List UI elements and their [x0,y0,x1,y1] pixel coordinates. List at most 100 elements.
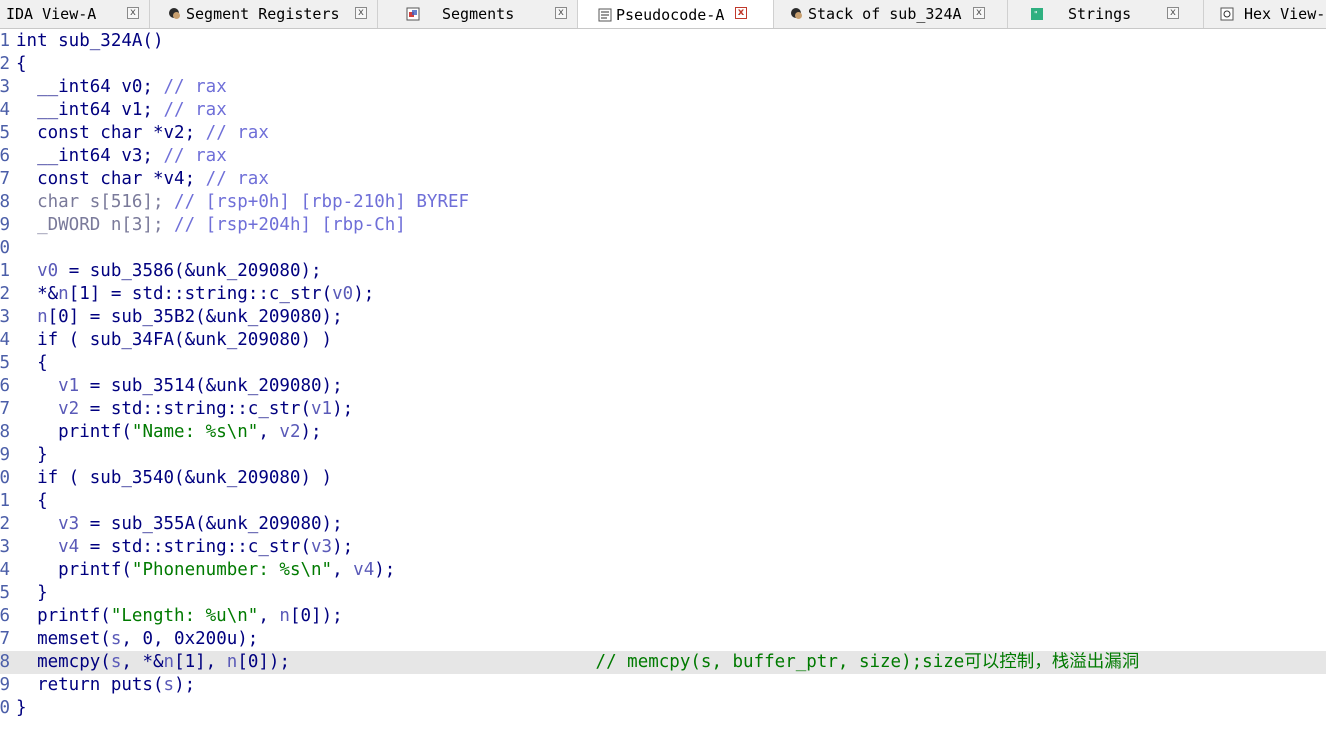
code-line[interactable]: 8 char s[516]; // [rsp+0h] [rbp-210h] BY… [0,191,1326,214]
code-line[interactable]: 0} [0,697,1326,720]
tab-segment-registers[interactable]: Segment Registers x [150,0,378,28]
code-token: , 0, 0x200u); [121,629,259,649]
code-text[interactable]: memcpy(s, *&n[1], n[0]); // memcpy(s, bu… [16,651,1139,674]
code-line[interactable]: 7 v2 = std::string::c_str(v1); [0,398,1326,421]
segments-icon [406,7,420,21]
code-token: __int64 v1; [16,100,164,120]
code-line[interactable]: 0 if ( sub_3540(&unk_209080) ) [0,467,1326,490]
code-text[interactable]: printf("Length: %u\n", n[0]); [16,605,343,628]
code-line[interactable]: 3 n[0] = sub_35B2(&unk_209080); [0,306,1326,329]
code-token: // rax [163,77,227,97]
code-text[interactable]: __int64 v0; // rax [16,76,227,99]
code-text[interactable]: char s[516]; // [rsp+0h] [rbp-210h] BYRE… [16,191,469,214]
tab-label: Hex View- [1244,5,1326,23]
code-line[interactable]: 2 v3 = sub_355A(&unk_209080); [0,513,1326,536]
close-icon[interactable]: x [973,7,985,19]
line-number: 9 [0,215,10,235]
code-line[interactable]: 9 } [0,444,1326,467]
code-token: v2 [16,399,80,419]
code-line[interactable]: 7 memset(s, 0, 0x200u); [0,628,1326,651]
code-text[interactable]: n[0] = sub_35B2(&unk_209080); [16,306,343,329]
code-line[interactable]: 4 __int64 v1; // rax [0,99,1326,122]
line-number: 4 [0,330,10,350]
code-text[interactable]: v1 = sub_3514(&unk_209080); [16,375,342,398]
code-line[interactable]: 6 v1 = sub_3514(&unk_209080); [0,375,1326,398]
code-token: printf( [16,606,111,626]
code-text[interactable]: const char *v2; // rax [16,122,269,145]
tab-stack-of-sub-324a[interactable]: Stack of sub_324A x [774,0,1008,28]
code-token: // rax [205,169,269,189]
code-line[interactable]: 7 const char *v4; // rax [0,168,1326,191]
code-line[interactable]: 2{ [0,53,1326,76]
code-line[interactable]: 9 return puts(s); [0,674,1326,697]
code-line[interactable]: 1 int sub_324A() [0,30,1326,53]
code-line[interactable]: 5 } [0,582,1326,605]
code-text[interactable]: v3 = sub_355A(&unk_209080); [16,513,342,536]
code-text[interactable]: __int64 v1; // rax [16,99,227,122]
code-line[interactable]: 9 _DWORD n[3]; // [rsp+204h] [rbp-Ch] [0,214,1326,237]
code-line[interactable]: 3 __int64 v0; // rax [0,76,1326,99]
code-text[interactable]: __int64 v3; // rax [16,145,227,168]
code-text[interactable]: *&n[1] = std::string::c_str(v0); [16,283,374,306]
code-text[interactable]: const char *v4; // rax [16,168,269,191]
code-text[interactable]: { [16,490,48,513]
code-text[interactable]: v4 = std::string::c_str(v3); [16,536,353,559]
code-token: [0]); [237,652,596,672]
tab-label: Pseudocode-A [616,5,725,24]
code-token: s [163,675,175,695]
code-text[interactable]: printf("Phonenumber: %s\n", v4); [16,559,395,582]
code-line[interactable]: 2 *&n[1] = std::string::c_str(v0); [0,283,1326,306]
code-text[interactable]: return puts(s); [16,674,195,697]
tab-label: Segments [442,5,515,23]
code-text[interactable]: printf("Name: %s\n", v2); [16,421,321,444]
code-text[interactable]: if ( sub_3540(&unk_209080) ) [16,467,332,490]
code-text[interactable]: _DWORD n[3]; // [rsp+204h] [rbp-Ch] [16,214,406,237]
code-line[interactable]: 1 { [0,490,1326,513]
code-line[interactable]: 8 memcpy(s, *&n[1], n[0]); // memcpy(s, … [0,651,1326,674]
code-token: [1] = std::string::c_str( [68,284,333,304]
close-icon[interactable]: x [127,7,139,19]
code-token: = sub_3586(&unk_209080); [58,261,322,281]
code-token: n [16,307,48,327]
code-text[interactable]: { [16,352,48,375]
close-icon[interactable]: x [555,7,567,19]
code-token: s [110,629,122,649]
tab-strings[interactable]: " Strings x [1008,0,1204,28]
pseudocode-editor[interactable]: 1 int sub_324A() 2{3 __int64 v0; // rax 4 _… [0,29,1326,750]
code-token: memset( [16,629,111,649]
code-text[interactable]: v2 = std::string::c_str(v1); [16,398,353,421]
code-token: , [258,606,280,626]
code-token: v3 [16,514,80,534]
code-line[interactable]: 0 [0,237,1326,260]
line-number: 7 [0,629,10,649]
line-number: 4 [0,560,10,580]
code-text[interactable]: int sub_324A() [16,30,164,53]
code-line[interactable]: 6 __int64 v3; // rax [0,145,1326,168]
code-line[interactable]: 3 v4 = std::string::c_str(v3); [0,536,1326,559]
code-line[interactable]: 6 printf("Length: %u\n", n[0]); [0,605,1326,628]
code-text[interactable]: } [16,444,48,467]
code-token: , [258,422,280,442]
tab-pseudocode-a[interactable]: Pseudocode-A x [578,0,774,28]
close-icon[interactable]: x [1167,7,1179,19]
line-number: 5 [0,353,10,373]
code-text[interactable]: { [16,53,27,76]
code-line[interactable]: 4 printf("Phonenumber: %s\n", v4); [0,559,1326,582]
code-text[interactable]: v0 = sub_3586(&unk_209080); [16,260,322,283]
code-text[interactable]: if ( sub_34FA(&unk_209080) ) [16,329,332,352]
code-line[interactable]: 4 if ( sub_34FA(&unk_209080) ) [0,329,1326,352]
code-line[interactable]: 8 printf("Name: %s\n", v2); [0,421,1326,444]
code-text[interactable]: } [16,582,48,605]
code-line[interactable]: 5 const char *v2; // rax [0,122,1326,145]
tab-hex-view[interactable]: Hex View- [1204,0,1326,28]
code-line[interactable]: 1 v0 = sub_3586(&unk_209080); [0,260,1326,283]
code-line[interactable]: 5 { [0,352,1326,375]
code-text[interactable]: memset(s, 0, 0x200u); [16,628,258,651]
close-icon[interactable]: x [735,7,747,19]
close-icon[interactable]: x [355,7,367,19]
code-text[interactable]: } [16,697,27,720]
tab-ida-view-a[interactable]: IDA View-A x [0,0,150,28]
line-number: 8 [0,422,10,442]
tab-segments[interactable]: Segments x [378,0,578,28]
code-token: , *& [121,652,164,672]
